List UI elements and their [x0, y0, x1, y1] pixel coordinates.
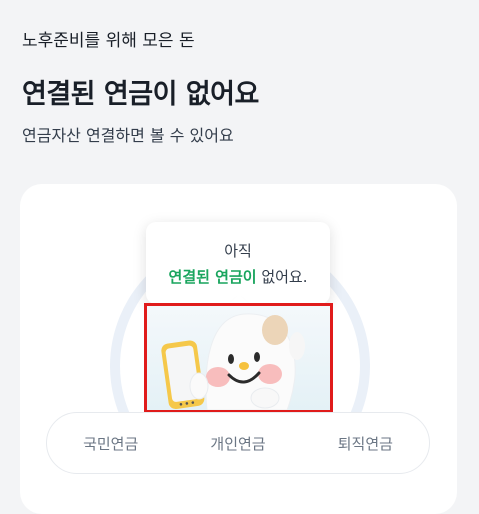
mascot-with-phone-icon: [161, 313, 305, 410]
empty-state-tooltip: 아직 연결된 연금이 없어요.: [146, 222, 330, 304]
page-title: 연결된 연금이 없어요: [22, 79, 259, 110]
pension-type-tabs: 국민연금 개인연금 퇴직연금: [46, 412, 430, 474]
tab-retirement-pension[interactable]: 퇴직연금: [326, 433, 405, 454]
tooltip-rest: 없어요.: [256, 268, 308, 286]
tab-personal-pension[interactable]: 개인연금: [198, 433, 277, 454]
tooltip-line2: 연결된 연금이 없어요.: [146, 266, 330, 287]
tab-national-pension[interactable]: 국민연금: [71, 433, 150, 454]
mascot-illustration: [144, 303, 333, 413]
tooltip-line1: 아직: [224, 242, 252, 260]
page-description: 연금자산 연결하면 볼 수 있어요: [22, 126, 234, 145]
tooltip-highlight: 연결된 연금이: [168, 268, 257, 286]
eyebrow-text: 노후준비를 위해 모은 돈: [22, 31, 195, 51]
